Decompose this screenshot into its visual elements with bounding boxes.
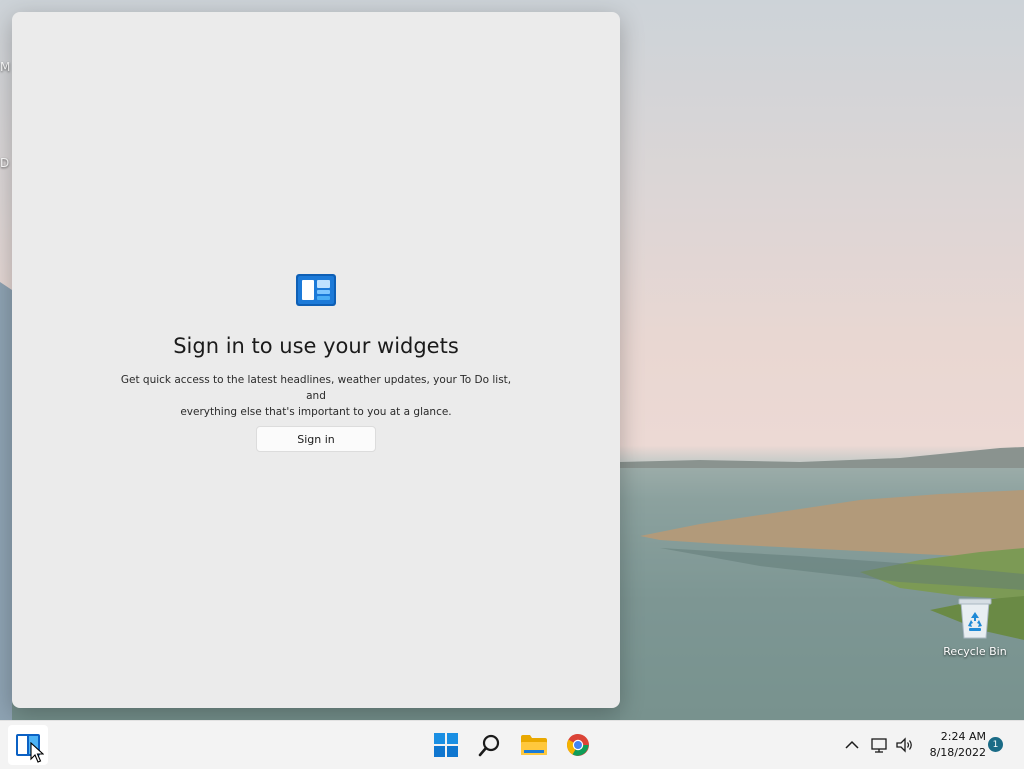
file-explorer-button[interactable] (514, 725, 554, 765)
volume-icon (896, 737, 912, 753)
desktop-icon-label[interactable]: D (0, 156, 9, 170)
chrome-button[interactable] (558, 725, 598, 765)
clock-date: 8/18/2022 (929, 746, 986, 759)
volume-button[interactable] (892, 725, 918, 765)
recycle-bin[interactable]: Recycle Bin (940, 594, 1010, 658)
chevron-up-icon (845, 740, 859, 749)
description-line: everything else that's important to you … (180, 406, 452, 418)
widgets-panel: Sign in to use your widgets Get quick ac… (12, 12, 620, 708)
description-line: Get quick access to the latest headlines… (120, 374, 512, 402)
recycle-bin-icon (957, 596, 993, 640)
clock[interactable]: 2:24 AM 8/18/2022 (922, 729, 986, 761)
notification-badge[interactable]: 1 (988, 737, 1003, 752)
file-explorer-icon (521, 735, 547, 755)
search-icon (478, 734, 500, 757)
recycle-bin-label: Recycle Bin (943, 645, 1007, 658)
panel-description: Get quick access to the latest headlines… (116, 372, 516, 420)
taskbar: 2:24 AM 8/18/2022 1 (0, 720, 1024, 769)
network-icon (871, 738, 887, 753)
widgets-icon (296, 274, 336, 306)
search-button[interactable] (470, 725, 510, 765)
chrome-icon (567, 734, 589, 756)
desktop-icon-label[interactable]: M (0, 60, 10, 74)
sign-in-button[interactable]: Sign in (256, 426, 376, 452)
mouse-cursor-icon (30, 742, 44, 763)
panel-title: Sign in to use your widgets (173, 334, 459, 358)
network-button[interactable] (866, 725, 894, 765)
start-button[interactable] (426, 725, 466, 765)
show-hidden-icons-button[interactable] (840, 725, 864, 765)
start-icon (434, 733, 458, 757)
clock-time: 2:24 AM (940, 730, 986, 743)
